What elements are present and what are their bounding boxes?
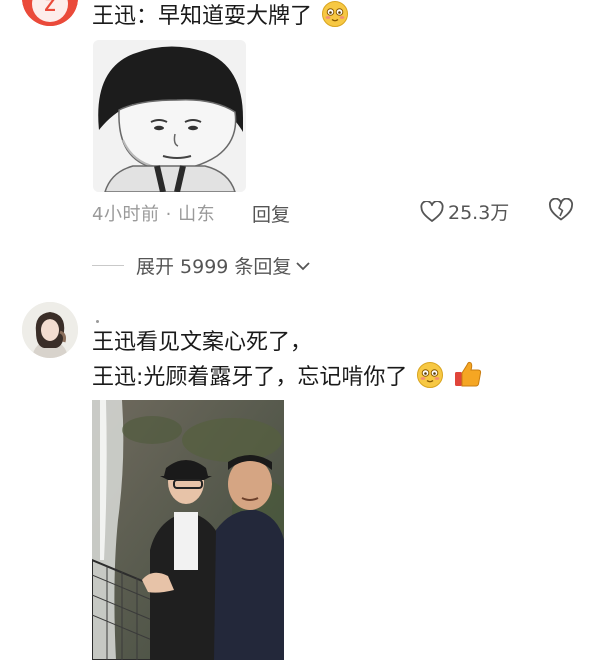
photo-two-men-at-waterfall xyxy=(92,400,284,660)
comment-text: 王迅看见文案心死了， 王迅:光顾着露牙了，忘记啃你了 xyxy=(92,326,483,399)
avatar[interactable]: Z xyxy=(22,0,78,26)
comment-content: 王迅：早知道耍大牌了 xyxy=(92,4,313,29)
avatar[interactable] xyxy=(22,302,78,358)
svg-text:Z: Z xyxy=(45,0,56,15)
separator-dot xyxy=(96,320,99,323)
dislike-button[interactable] xyxy=(548,197,574,227)
comment-line: 王迅看见文案心死了， xyxy=(92,330,313,355)
blush-smile-emoji-icon xyxy=(416,361,444,399)
broken-heart-icon xyxy=(549,197,573,221)
meme-face-illustration xyxy=(93,40,246,192)
expand-replies-button[interactable]: 展开 5999 条回复 xyxy=(92,252,311,279)
chevron-down-icon xyxy=(295,255,311,277)
comment-item: 王迅看见文案心死了， 王迅:光顾着露牙了，忘记啃你了 xyxy=(0,296,600,660)
divider-line xyxy=(92,265,124,266)
avatar-image xyxy=(22,302,78,358)
sticker-image[interactable] xyxy=(93,40,246,192)
avatar-image: Z xyxy=(22,0,78,26)
comment-line-with-emoji: 王迅:光顾着露牙了，忘记啃你了 xyxy=(92,359,483,399)
expand-replies-label: 展开 5999 条回复 xyxy=(136,256,292,278)
like-button[interactable]: 25.3万 xyxy=(420,198,509,225)
comment-photo[interactable] xyxy=(92,400,284,660)
blush-smile-emoji-icon xyxy=(321,0,349,38)
thumbs-up-emoji-icon xyxy=(453,359,483,399)
comment-line: 王迅:光顾着露牙了，忘记啃你了 xyxy=(92,365,408,390)
time-location: 4小时前 · 山东 xyxy=(92,204,216,225)
comment-text: 王迅：早知道耍大牌了 xyxy=(92,0,349,38)
reply-button[interactable]: 回复 xyxy=(252,200,290,227)
comment-meta-row: 4小时前 · 山东 回复 25.3万 xyxy=(92,196,592,228)
like-count: 25.3万 xyxy=(448,202,510,224)
heart-outline-icon xyxy=(420,200,444,222)
comment-item: Z 王迅：早知道耍大牌了 4小时前 · 山东 回复 25.3万 展开 5999 … xyxy=(0,0,600,296)
